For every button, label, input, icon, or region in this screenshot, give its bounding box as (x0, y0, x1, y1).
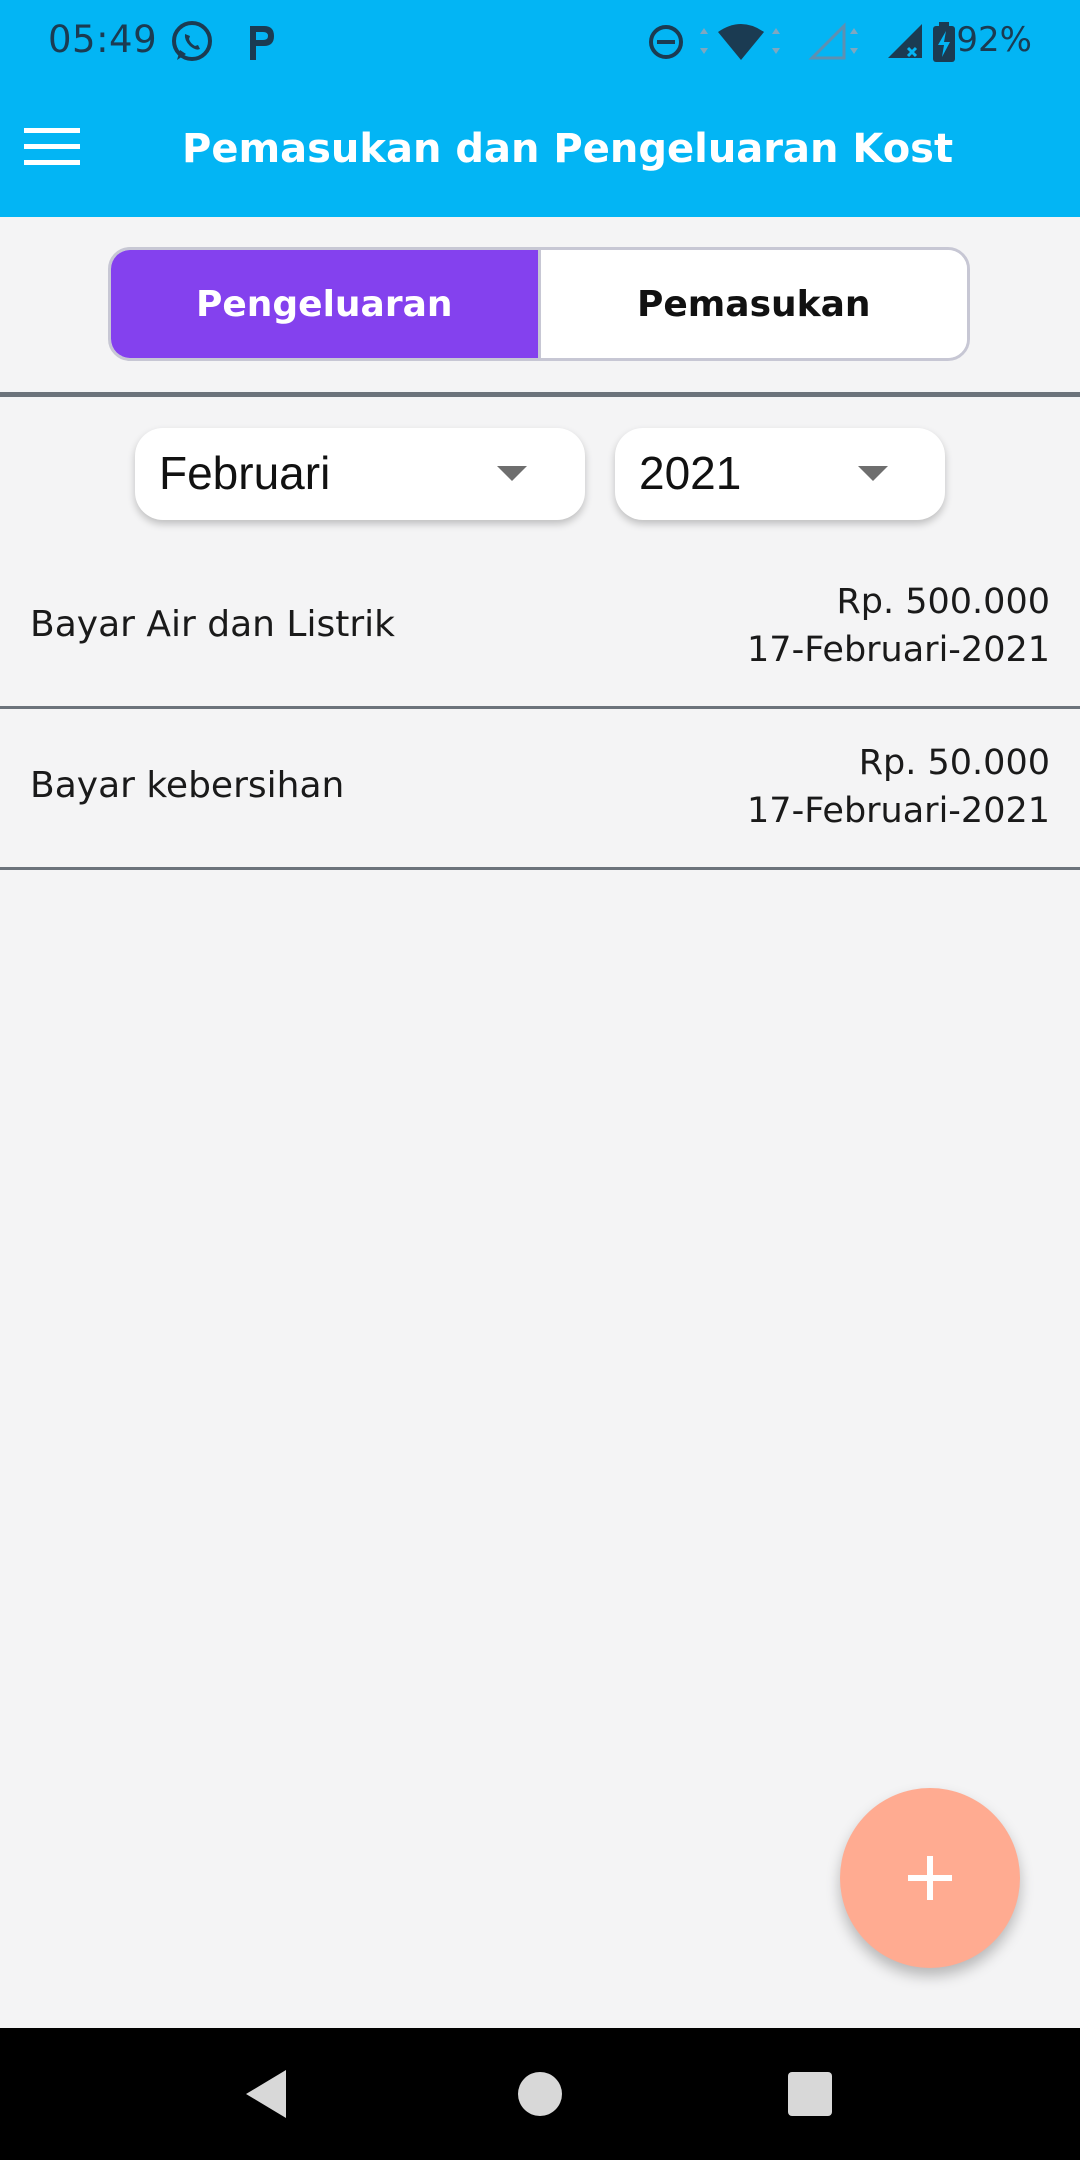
do-not-disturb-icon (649, 25, 683, 59)
status-bar: 05:49 92% (0, 0, 1080, 84)
recents-icon[interactable] (780, 2064, 840, 2124)
battery-percentage: 92% (956, 20, 1032, 60)
app-bar: Pemasukan dan Pengeluaran Kost (0, 84, 1080, 217)
transaction-date: 17-Februari-2021 (747, 791, 1050, 831)
transaction-title: Bayar Air dan Listrik (30, 604, 395, 645)
signal-no-data-icon (888, 24, 922, 58)
caret-down-icon (858, 466, 888, 481)
add-transaction-button[interactable] (840, 1788, 1020, 1968)
section-divider (0, 392, 1080, 397)
system-nav-bar (0, 2028, 1080, 2160)
signal-empty-icon (808, 22, 858, 60)
battery-charging-icon (933, 22, 955, 62)
transaction-amount: Rp. 50.000 (858, 743, 1050, 783)
list-item[interactable]: Bayar kebersihan Rp. 50.000 17-Februari-… (0, 709, 1080, 870)
type-toggle: Pengeluaran Pemasukan (108, 247, 970, 361)
whatsapp-icon (172, 21, 212, 61)
wifi-icon (700, 24, 780, 60)
transaction-amount: Rp. 500.000 (836, 582, 1050, 622)
transaction-title: Bayar kebersihan (30, 765, 345, 806)
hamburger-menu-icon[interactable] (20, 114, 84, 178)
list-item[interactable]: Bayar Air dan Listrik Rp. 500.000 17-Feb… (0, 548, 1080, 709)
p-app-icon (250, 26, 274, 60)
year-dropdown[interactable]: 2021 (615, 428, 945, 520)
back-icon[interactable] (238, 2064, 298, 2124)
tab-pengeluaran[interactable]: Pengeluaran (111, 250, 538, 358)
transaction-list: Bayar Air dan Listrik Rp. 500.000 17-Feb… (0, 548, 1080, 870)
page-title: Pemasukan dan Pengeluaran Kost (182, 126, 954, 172)
transaction-date: 17-Februari-2021 (747, 630, 1050, 670)
home-icon[interactable] (510, 2064, 570, 2124)
plus-icon (908, 1856, 952, 1900)
screen: 05:49 92% Pemasukan dan Pengeluaran Kost… (0, 0, 1080, 2160)
month-dropdown[interactable]: Februari (135, 428, 585, 520)
month-dropdown-value: Februari (159, 447, 331, 499)
year-dropdown-value: 2021 (639, 447, 742, 499)
tab-pemasukan[interactable]: Pemasukan (537, 250, 967, 358)
caret-down-icon (497, 466, 527, 481)
status-time: 05:49 (48, 18, 158, 61)
